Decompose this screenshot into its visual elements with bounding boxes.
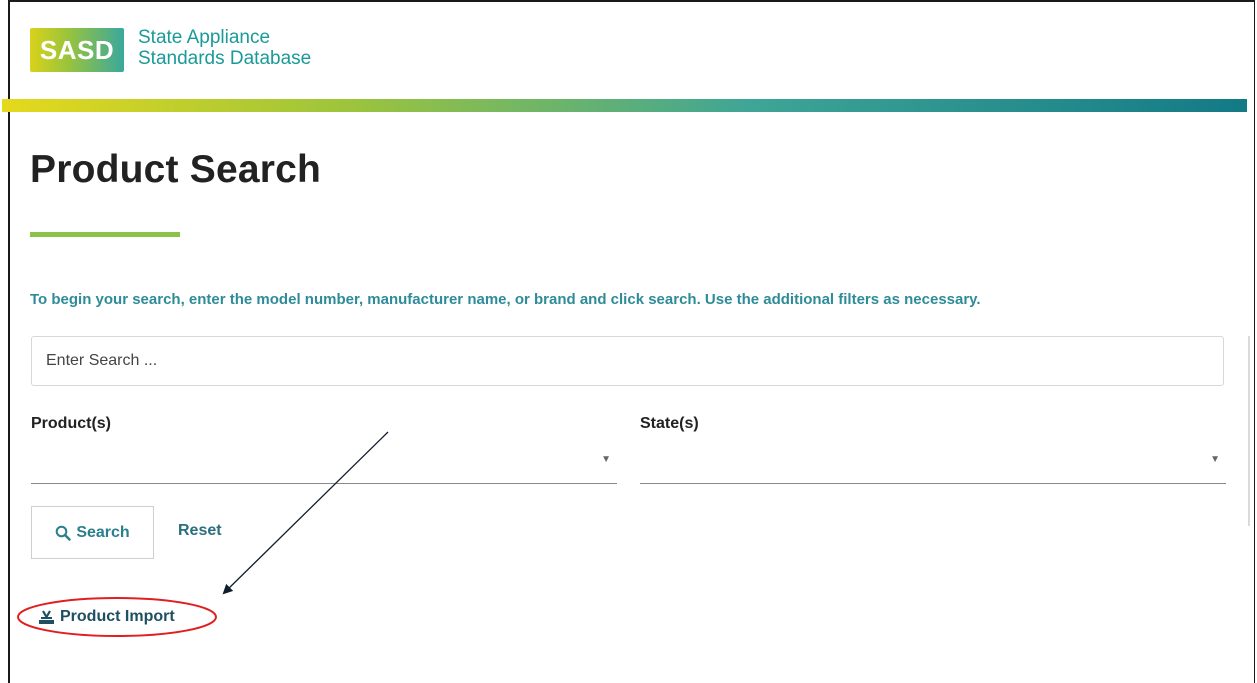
reset-link[interactable]: Reset [178, 522, 222, 540]
products-label: Product(s) [31, 415, 111, 432]
dropdown-arrow-icon: ▼ [1210, 454, 1220, 465]
states-select[interactable]: ▼ [640, 440, 1226, 484]
page-title: Product Search [30, 148, 322, 191]
logo-wordmark[interactable]: State Appliance Standards Database [138, 27, 311, 69]
products-select[interactable]: ▼ [31, 440, 617, 484]
search-button[interactable]: Search [31, 506, 154, 559]
logo-line-2: Standards Database [138, 48, 312, 69]
search-button-label: Search [76, 523, 130, 541]
product-import-link[interactable]: Product Import [38, 608, 175, 626]
title-underline [30, 232, 180, 237]
product-import-label: Product Import [60, 608, 175, 625]
header-gradient-bar [2, 99, 1247, 112]
search-icon [56, 525, 72, 541]
import-icon [39, 610, 54, 624]
logo-line-1: State Appliance [138, 27, 271, 48]
site-header: SASD State Appliance Standards Database [30, 24, 311, 84]
search-input[interactable] [31, 336, 1224, 386]
scrollbar-edge [1248, 336, 1250, 526]
dropdown-arrow-icon: ▼ [601, 454, 611, 465]
states-label: State(s) [640, 415, 699, 432]
search-instructions: To begin your search, enter the model nu… [30, 291, 981, 308]
sasd-logo[interactable]: SASD [30, 28, 124, 72]
logo-abbreviation: SASD [39, 34, 115, 65]
